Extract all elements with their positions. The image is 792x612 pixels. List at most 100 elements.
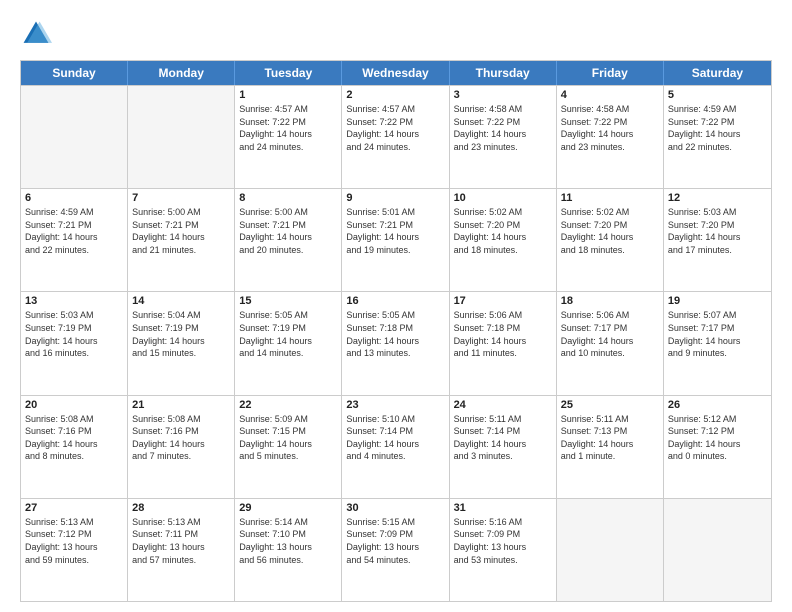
cell-line: Daylight: 14 hours — [239, 231, 337, 244]
cell-line: Sunset: 7:09 PM — [454, 528, 552, 541]
calendar-row-1: 1Sunrise: 4:57 AMSunset: 7:22 PMDaylight… — [21, 85, 771, 188]
day-number: 8 — [239, 192, 337, 204]
header-day-wednesday: Wednesday — [342, 61, 449, 85]
cell-line: Sunset: 7:19 PM — [132, 322, 230, 335]
day-number: 15 — [239, 295, 337, 307]
cell-line: Sunset: 7:20 PM — [561, 219, 659, 232]
day-cell-11: 11Sunrise: 5:02 AMSunset: 7:20 PMDayligh… — [557, 189, 664, 291]
day-number: 19 — [668, 295, 767, 307]
day-cell-14: 14Sunrise: 5:04 AMSunset: 7:19 PMDayligh… — [128, 292, 235, 394]
cell-line: Daylight: 14 hours — [25, 438, 123, 451]
day-number: 22 — [239, 399, 337, 411]
cell-line: Sunset: 7:19 PM — [239, 322, 337, 335]
cell-line: Sunset: 7:22 PM — [668, 116, 767, 129]
day-number: 24 — [454, 399, 552, 411]
day-cell-31: 31Sunrise: 5:16 AMSunset: 7:09 PMDayligh… — [450, 499, 557, 601]
cell-line: and 17 minutes. — [668, 244, 767, 257]
cell-line: and 23 minutes. — [561, 141, 659, 154]
cell-line: Sunset: 7:15 PM — [239, 425, 337, 438]
header-day-thursday: Thursday — [450, 61, 557, 85]
day-cell-5: 5Sunrise: 4:59 AMSunset: 7:22 PMDaylight… — [664, 86, 771, 188]
cell-line: Sunset: 7:11 PM — [132, 528, 230, 541]
day-number: 26 — [668, 399, 767, 411]
cell-line: Sunrise: 5:01 AM — [346, 206, 444, 219]
day-cell-20: 20Sunrise: 5:08 AMSunset: 7:16 PMDayligh… — [21, 396, 128, 498]
cell-line: Daylight: 13 hours — [132, 541, 230, 554]
day-number: 5 — [668, 89, 767, 101]
day-number: 28 — [132, 502, 230, 514]
cell-line: Daylight: 14 hours — [454, 438, 552, 451]
day-number: 21 — [132, 399, 230, 411]
cell-line: Sunrise: 4:58 AM — [454, 103, 552, 116]
cell-line: Sunset: 7:17 PM — [561, 322, 659, 335]
day-cell-29: 29Sunrise: 5:14 AMSunset: 7:10 PMDayligh… — [235, 499, 342, 601]
cell-line: Sunset: 7:14 PM — [346, 425, 444, 438]
cell-line: Daylight: 14 hours — [561, 128, 659, 141]
cell-line: and 57 minutes. — [132, 554, 230, 567]
logo — [20, 18, 56, 50]
day-cell-19: 19Sunrise: 5:07 AMSunset: 7:17 PMDayligh… — [664, 292, 771, 394]
cell-line: Sunset: 7:18 PM — [454, 322, 552, 335]
empty-cell — [557, 499, 664, 601]
calendar-row-3: 13Sunrise: 5:03 AMSunset: 7:19 PMDayligh… — [21, 291, 771, 394]
day-number: 10 — [454, 192, 552, 204]
day-number: 14 — [132, 295, 230, 307]
cell-line: Sunset: 7:19 PM — [25, 322, 123, 335]
cell-line: Daylight: 14 hours — [668, 231, 767, 244]
cell-line: Sunrise: 5:00 AM — [239, 206, 337, 219]
cell-line: Sunrise: 5:03 AM — [668, 206, 767, 219]
day-number: 31 — [454, 502, 552, 514]
cell-line: Daylight: 14 hours — [132, 231, 230, 244]
cell-line: Daylight: 14 hours — [239, 128, 337, 141]
cell-line: Daylight: 14 hours — [668, 438, 767, 451]
cell-line: Sunrise: 5:11 AM — [561, 413, 659, 426]
cell-line: Sunset: 7:21 PM — [25, 219, 123, 232]
cell-line: Sunset: 7:20 PM — [668, 219, 767, 232]
cell-line: and 0 minutes. — [668, 450, 767, 463]
cell-line: and 4 minutes. — [346, 450, 444, 463]
cell-line: and 21 minutes. — [132, 244, 230, 257]
cell-line: Sunset: 7:21 PM — [132, 219, 230, 232]
cell-line: Daylight: 14 hours — [239, 438, 337, 451]
cell-line: and 3 minutes. — [454, 450, 552, 463]
cell-line: Sunrise: 5:10 AM — [346, 413, 444, 426]
cell-line: and 11 minutes. — [454, 347, 552, 360]
day-cell-3: 3Sunrise: 4:58 AMSunset: 7:22 PMDaylight… — [450, 86, 557, 188]
header-day-monday: Monday — [128, 61, 235, 85]
cell-line: and 56 minutes. — [239, 554, 337, 567]
cell-line: Sunrise: 5:05 AM — [239, 309, 337, 322]
cell-line: and 53 minutes. — [454, 554, 552, 567]
day-cell-30: 30Sunrise: 5:15 AMSunset: 7:09 PMDayligh… — [342, 499, 449, 601]
day-number: 12 — [668, 192, 767, 204]
calendar-body: 1Sunrise: 4:57 AMSunset: 7:22 PMDaylight… — [21, 85, 771, 601]
cell-line: Sunrise: 5:08 AM — [25, 413, 123, 426]
day-number: 16 — [346, 295, 444, 307]
cell-line: and 54 minutes. — [346, 554, 444, 567]
cell-line: Sunrise: 5:03 AM — [25, 309, 123, 322]
cell-line: Sunset: 7:14 PM — [454, 425, 552, 438]
cell-line: Sunset: 7:22 PM — [561, 116, 659, 129]
calendar-row-5: 27Sunrise: 5:13 AMSunset: 7:12 PMDayligh… — [21, 498, 771, 601]
cell-line: Daylight: 14 hours — [454, 335, 552, 348]
day-cell-12: 12 Sunrise: 5:03 AMSunset: 7:20 PMDayligh… — [664, 189, 771, 291]
calendar: SundayMondayTuesdayWednesdayThursdayFrid… — [20, 60, 772, 602]
day-cell-21: 21Sunrise: 5:08 AMSunset: 7:16 PMDayligh… — [128, 396, 235, 498]
day-cell-16: 16Sunrise: 5:05 AMSunset: 7:18 PMDayligh… — [342, 292, 449, 394]
day-number: 18 — [561, 295, 659, 307]
cell-line: Sunrise: 5:07 AM — [668, 309, 767, 322]
day-cell-24: 24Sunrise: 5:11 AMSunset: 7:14 PMDayligh… — [450, 396, 557, 498]
day-number: 1 — [239, 89, 337, 101]
day-cell-6: 6Sunrise: 4:59 AMSunset: 7:21 PMDaylight… — [21, 189, 128, 291]
cell-line: Daylight: 14 hours — [346, 335, 444, 348]
cell-line: Daylight: 14 hours — [239, 335, 337, 348]
cell-line: Sunrise: 5:16 AM — [454, 516, 552, 529]
cell-line: Sunrise: 5:06 AM — [561, 309, 659, 322]
day-cell-25: 25Sunrise: 5:11 AMSunset: 7:13 PMDayligh… — [557, 396, 664, 498]
cell-line: and 18 minutes. — [454, 244, 552, 257]
page: SundayMondayTuesdayWednesdayThursdayFrid… — [0, 0, 792, 612]
cell-line: Daylight: 14 hours — [346, 128, 444, 141]
cell-line: Daylight: 14 hours — [454, 128, 552, 141]
cell-line: Sunrise: 4:57 AM — [346, 103, 444, 116]
cell-line: Daylight: 14 hours — [454, 231, 552, 244]
header-day-tuesday: Tuesday — [235, 61, 342, 85]
